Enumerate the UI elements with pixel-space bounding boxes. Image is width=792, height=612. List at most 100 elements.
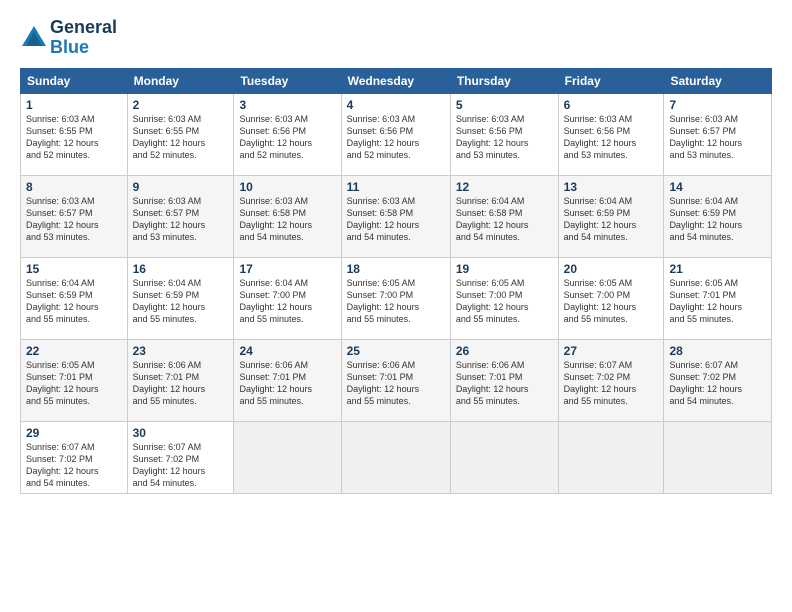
day-info: Sunrise: 6:03 AM Sunset: 6:56 PM Dayligh… (564, 113, 659, 162)
day-info: Sunrise: 6:03 AM Sunset: 6:58 PM Dayligh… (347, 195, 445, 244)
calendar-cell: 13Sunrise: 6:04 AM Sunset: 6:59 PM Dayli… (558, 175, 664, 257)
calendar-cell: 5Sunrise: 6:03 AM Sunset: 6:56 PM Daylig… (450, 93, 558, 175)
day-info: Sunrise: 6:07 AM Sunset: 7:02 PM Dayligh… (564, 359, 659, 408)
day-info: Sunrise: 6:04 AM Sunset: 6:59 PM Dayligh… (133, 277, 229, 326)
day-number: 16 (133, 262, 229, 276)
calendar-cell (234, 421, 341, 494)
day-number: 23 (133, 344, 229, 358)
day-info: Sunrise: 6:05 AM Sunset: 7:01 PM Dayligh… (26, 359, 122, 408)
calendar-cell: 24Sunrise: 6:06 AM Sunset: 7:01 PM Dayli… (234, 339, 341, 421)
day-info: Sunrise: 6:05 AM Sunset: 7:00 PM Dayligh… (564, 277, 659, 326)
calendar-cell: 25Sunrise: 6:06 AM Sunset: 7:01 PM Dayli… (341, 339, 450, 421)
calendar-cell (558, 421, 664, 494)
day-number: 4 (347, 98, 445, 112)
logo-text-blue: Blue (50, 38, 117, 58)
day-info: Sunrise: 6:03 AM Sunset: 6:55 PM Dayligh… (26, 113, 122, 162)
day-info: Sunrise: 6:05 AM Sunset: 7:00 PM Dayligh… (456, 277, 553, 326)
weekday-header-thursday: Thursday (450, 68, 558, 93)
day-info: Sunrise: 6:03 AM Sunset: 6:56 PM Dayligh… (456, 113, 553, 162)
weekday-header-sunday: Sunday (21, 68, 128, 93)
day-number: 27 (564, 344, 659, 358)
calendar-cell: 14Sunrise: 6:04 AM Sunset: 6:59 PM Dayli… (664, 175, 772, 257)
day-number: 26 (456, 344, 553, 358)
calendar-cell: 2Sunrise: 6:03 AM Sunset: 6:55 PM Daylig… (127, 93, 234, 175)
day-info: Sunrise: 6:03 AM Sunset: 6:56 PM Dayligh… (347, 113, 445, 162)
calendar-cell: 18Sunrise: 6:05 AM Sunset: 7:00 PM Dayli… (341, 257, 450, 339)
day-info: Sunrise: 6:05 AM Sunset: 7:01 PM Dayligh… (669, 277, 766, 326)
day-number: 10 (239, 180, 335, 194)
day-info: Sunrise: 6:04 AM Sunset: 7:00 PM Dayligh… (239, 277, 335, 326)
day-number: 15 (26, 262, 122, 276)
logo-icon (20, 24, 48, 52)
day-number: 2 (133, 98, 229, 112)
calendar-cell: 22Sunrise: 6:05 AM Sunset: 7:01 PM Dayli… (21, 339, 128, 421)
day-number: 22 (26, 344, 122, 358)
day-info: Sunrise: 6:03 AM Sunset: 6:57 PM Dayligh… (26, 195, 122, 244)
day-number: 20 (564, 262, 659, 276)
calendar-cell: 6Sunrise: 6:03 AM Sunset: 6:56 PM Daylig… (558, 93, 664, 175)
day-info: Sunrise: 6:04 AM Sunset: 6:59 PM Dayligh… (26, 277, 122, 326)
day-number: 8 (26, 180, 122, 194)
calendar-cell: 4Sunrise: 6:03 AM Sunset: 6:56 PM Daylig… (341, 93, 450, 175)
weekday-header-saturday: Saturday (664, 68, 772, 93)
calendar-cell: 17Sunrise: 6:04 AM Sunset: 7:00 PM Dayli… (234, 257, 341, 339)
day-info: Sunrise: 6:07 AM Sunset: 7:02 PM Dayligh… (133, 441, 229, 490)
day-number: 24 (239, 344, 335, 358)
calendar-cell: 28Sunrise: 6:07 AM Sunset: 7:02 PM Dayli… (664, 339, 772, 421)
weekday-header-row: SundayMondayTuesdayWednesdayThursdayFrid… (21, 68, 772, 93)
day-number: 12 (456, 180, 553, 194)
calendar-cell: 7Sunrise: 6:03 AM Sunset: 6:57 PM Daylig… (664, 93, 772, 175)
day-info: Sunrise: 6:07 AM Sunset: 7:02 PM Dayligh… (26, 441, 122, 490)
day-number: 1 (26, 98, 122, 112)
day-info: Sunrise: 6:03 AM Sunset: 6:57 PM Dayligh… (133, 195, 229, 244)
calendar-cell: 26Sunrise: 6:06 AM Sunset: 7:01 PM Dayli… (450, 339, 558, 421)
calendar-cell (450, 421, 558, 494)
day-number: 25 (347, 344, 445, 358)
calendar-cell: 29Sunrise: 6:07 AM Sunset: 7:02 PM Dayli… (21, 421, 128, 494)
day-info: Sunrise: 6:06 AM Sunset: 7:01 PM Dayligh… (347, 359, 445, 408)
day-info: Sunrise: 6:03 AM Sunset: 6:58 PM Dayligh… (239, 195, 335, 244)
calendar-cell: 9Sunrise: 6:03 AM Sunset: 6:57 PM Daylig… (127, 175, 234, 257)
logo-text-general: General (50, 18, 117, 38)
weekday-header-monday: Monday (127, 68, 234, 93)
weekday-header-friday: Friday (558, 68, 664, 93)
weekday-header-tuesday: Tuesday (234, 68, 341, 93)
calendar-table: SundayMondayTuesdayWednesdayThursdayFrid… (20, 68, 772, 495)
day-number: 6 (564, 98, 659, 112)
day-info: Sunrise: 6:03 AM Sunset: 6:56 PM Dayligh… (239, 113, 335, 162)
calendar-cell: 10Sunrise: 6:03 AM Sunset: 6:58 PM Dayli… (234, 175, 341, 257)
calendar-cell: 16Sunrise: 6:04 AM Sunset: 6:59 PM Dayli… (127, 257, 234, 339)
calendar-cell: 20Sunrise: 6:05 AM Sunset: 7:00 PM Dayli… (558, 257, 664, 339)
day-number: 3 (239, 98, 335, 112)
weekday-header-wednesday: Wednesday (341, 68, 450, 93)
calendar-cell: 23Sunrise: 6:06 AM Sunset: 7:01 PM Dayli… (127, 339, 234, 421)
header: General Blue (20, 18, 772, 58)
day-number: 13 (564, 180, 659, 194)
day-number: 7 (669, 98, 766, 112)
week-row-4: 22Sunrise: 6:05 AM Sunset: 7:01 PM Dayli… (21, 339, 772, 421)
page: General Blue SundayMondayTuesdayWednesda… (0, 0, 792, 612)
day-number: 14 (669, 180, 766, 194)
week-row-5: 29Sunrise: 6:07 AM Sunset: 7:02 PM Dayli… (21, 421, 772, 494)
calendar-cell: 15Sunrise: 6:04 AM Sunset: 6:59 PM Dayli… (21, 257, 128, 339)
day-number: 21 (669, 262, 766, 276)
day-number: 9 (133, 180, 229, 194)
day-number: 28 (669, 344, 766, 358)
day-number: 11 (347, 180, 445, 194)
calendar-cell: 12Sunrise: 6:04 AM Sunset: 6:58 PM Dayli… (450, 175, 558, 257)
day-number: 29 (26, 426, 122, 440)
calendar-cell: 8Sunrise: 6:03 AM Sunset: 6:57 PM Daylig… (21, 175, 128, 257)
day-info: Sunrise: 6:03 AM Sunset: 6:55 PM Dayligh… (133, 113, 229, 162)
day-info: Sunrise: 6:06 AM Sunset: 7:01 PM Dayligh… (456, 359, 553, 408)
calendar-cell: 11Sunrise: 6:03 AM Sunset: 6:58 PM Dayli… (341, 175, 450, 257)
logo: General Blue (20, 18, 117, 58)
day-info: Sunrise: 6:04 AM Sunset: 6:58 PM Dayligh… (456, 195, 553, 244)
week-row-3: 15Sunrise: 6:04 AM Sunset: 6:59 PM Dayli… (21, 257, 772, 339)
day-number: 30 (133, 426, 229, 440)
day-info: Sunrise: 6:06 AM Sunset: 7:01 PM Dayligh… (133, 359, 229, 408)
day-info: Sunrise: 6:07 AM Sunset: 7:02 PM Dayligh… (669, 359, 766, 408)
day-info: Sunrise: 6:06 AM Sunset: 7:01 PM Dayligh… (239, 359, 335, 408)
calendar-cell: 27Sunrise: 6:07 AM Sunset: 7:02 PM Dayli… (558, 339, 664, 421)
week-row-2: 8Sunrise: 6:03 AM Sunset: 6:57 PM Daylig… (21, 175, 772, 257)
day-number: 17 (239, 262, 335, 276)
